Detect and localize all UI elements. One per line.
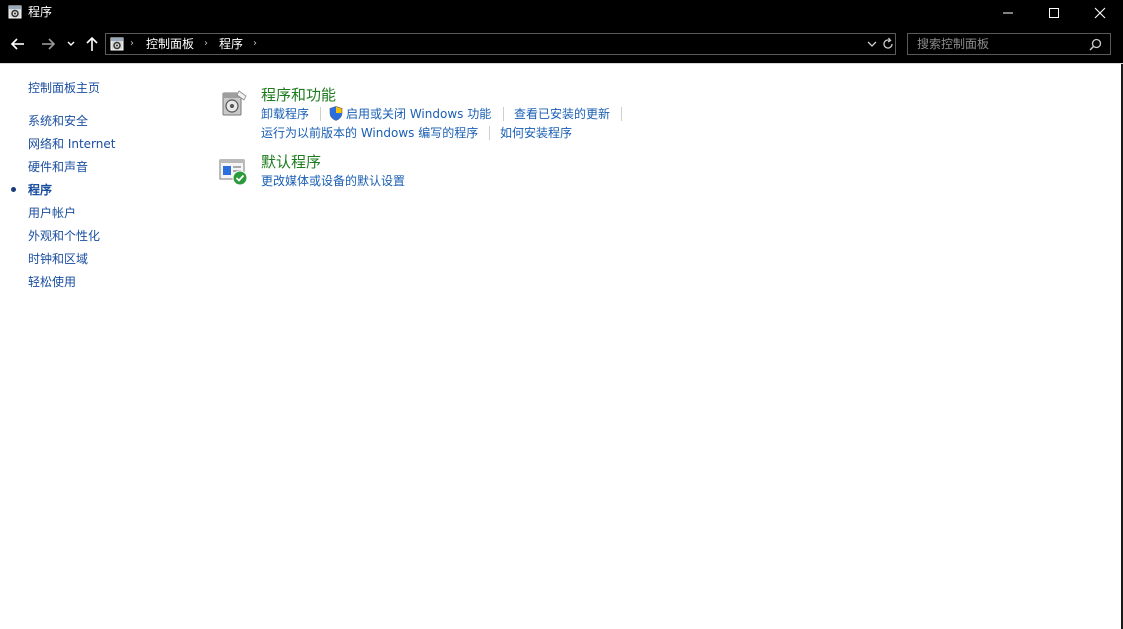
breadcrumb-chevron-icon[interactable]: › [253, 37, 257, 51]
window-title: 程序 [28, 5, 53, 19]
how-to-install-link[interactable]: 如何安装程序 [500, 125, 572, 141]
minimize-icon [1003, 12, 1013, 14]
address-bar[interactable]: › 控制面板 › 程序 › [105, 33, 896, 55]
search-icon[interactable] [1089, 38, 1102, 51]
maximize-button[interactable] [1031, 0, 1077, 26]
close-icon [1094, 7, 1106, 19]
search-box[interactable] [907, 33, 1111, 55]
navigation-bar: › 控制面板 › 程序 › [0, 26, 1123, 63]
change-media-defaults-link[interactable]: 更改媒体或设备的默认设置 [261, 173, 405, 189]
recent-locations-chevron-icon[interactable] [65, 35, 77, 53]
breadcrumb-chevron-icon[interactable]: › [130, 37, 134, 51]
sidebar-item-system-security[interactable]: 系统和安全 [28, 113, 88, 129]
sidebar-item-control-panel-home[interactable]: 控制面板主页 [28, 80, 100, 96]
minimize-button[interactable] [985, 0, 1031, 26]
maximize-icon [1049, 8, 1059, 18]
breadcrumb-control-panel[interactable]: 控制面板 [146, 37, 194, 51]
breadcrumb-chevron-icon[interactable]: › [204, 37, 208, 51]
breadcrumb-programs[interactable]: 程序 [219, 37, 243, 51]
refresh-icon[interactable] [881, 37, 895, 51]
control-panel-icon [110, 37, 124, 51]
sidebar-item-network-internet[interactable]: 网络和 Internet [28, 136, 115, 152]
link-separator [489, 126, 490, 140]
address-dropdown-chevron-icon[interactable] [867, 39, 877, 49]
link-separator [320, 107, 321, 121]
title-bar: 程序 [0, 0, 1123, 26]
sidebar-item-user-accounts[interactable]: 用户帐户 [28, 205, 76, 221]
run-older-programs-link[interactable]: 运行为以前版本的 Windows 编写的程序 [261, 125, 478, 141]
close-button[interactable] [1077, 0, 1123, 26]
programs-features-icon[interactable] [219, 88, 249, 118]
link-separator [621, 107, 622, 121]
turn-windows-features-link[interactable]: 启用或关闭 Windows 功能 [346, 106, 491, 122]
search-input[interactable] [917, 36, 1082, 52]
uninstall-program-link[interactable]: 卸载程序 [261, 106, 309, 122]
sidebar-item-appearance[interactable]: 外观和个性化 [28, 228, 100, 244]
sidebar: 控制面板主页 系统和安全 网络和 Internet 硬件和声音 程序 用户帐户 … [0, 64, 200, 629]
active-bullet-icon [11, 187, 16, 192]
sidebar-item-clock-region[interactable]: 时钟和区域 [28, 251, 88, 267]
uac-shield-icon [329, 106, 343, 121]
back-arrow-icon[interactable] [9, 35, 27, 53]
default-programs-icon[interactable] [219, 157, 249, 187]
forward-arrow-icon[interactable] [39, 35, 57, 53]
control-panel-icon [8, 5, 22, 19]
default-programs-title[interactable]: 默认程序 [261, 153, 321, 171]
sidebar-item-programs: 程序 [28, 183, 53, 197]
sidebar-item-hardware-sound[interactable]: 硬件和声音 [28, 159, 88, 175]
programs-features-title[interactable]: 程序和功能 [261, 86, 336, 104]
view-installed-updates-link[interactable]: 查看已安装的更新 [514, 106, 610, 122]
up-arrow-icon[interactable] [83, 35, 101, 53]
link-separator [503, 107, 504, 121]
sidebar-item-ease-of-access[interactable]: 轻松使用 [28, 274, 76, 290]
